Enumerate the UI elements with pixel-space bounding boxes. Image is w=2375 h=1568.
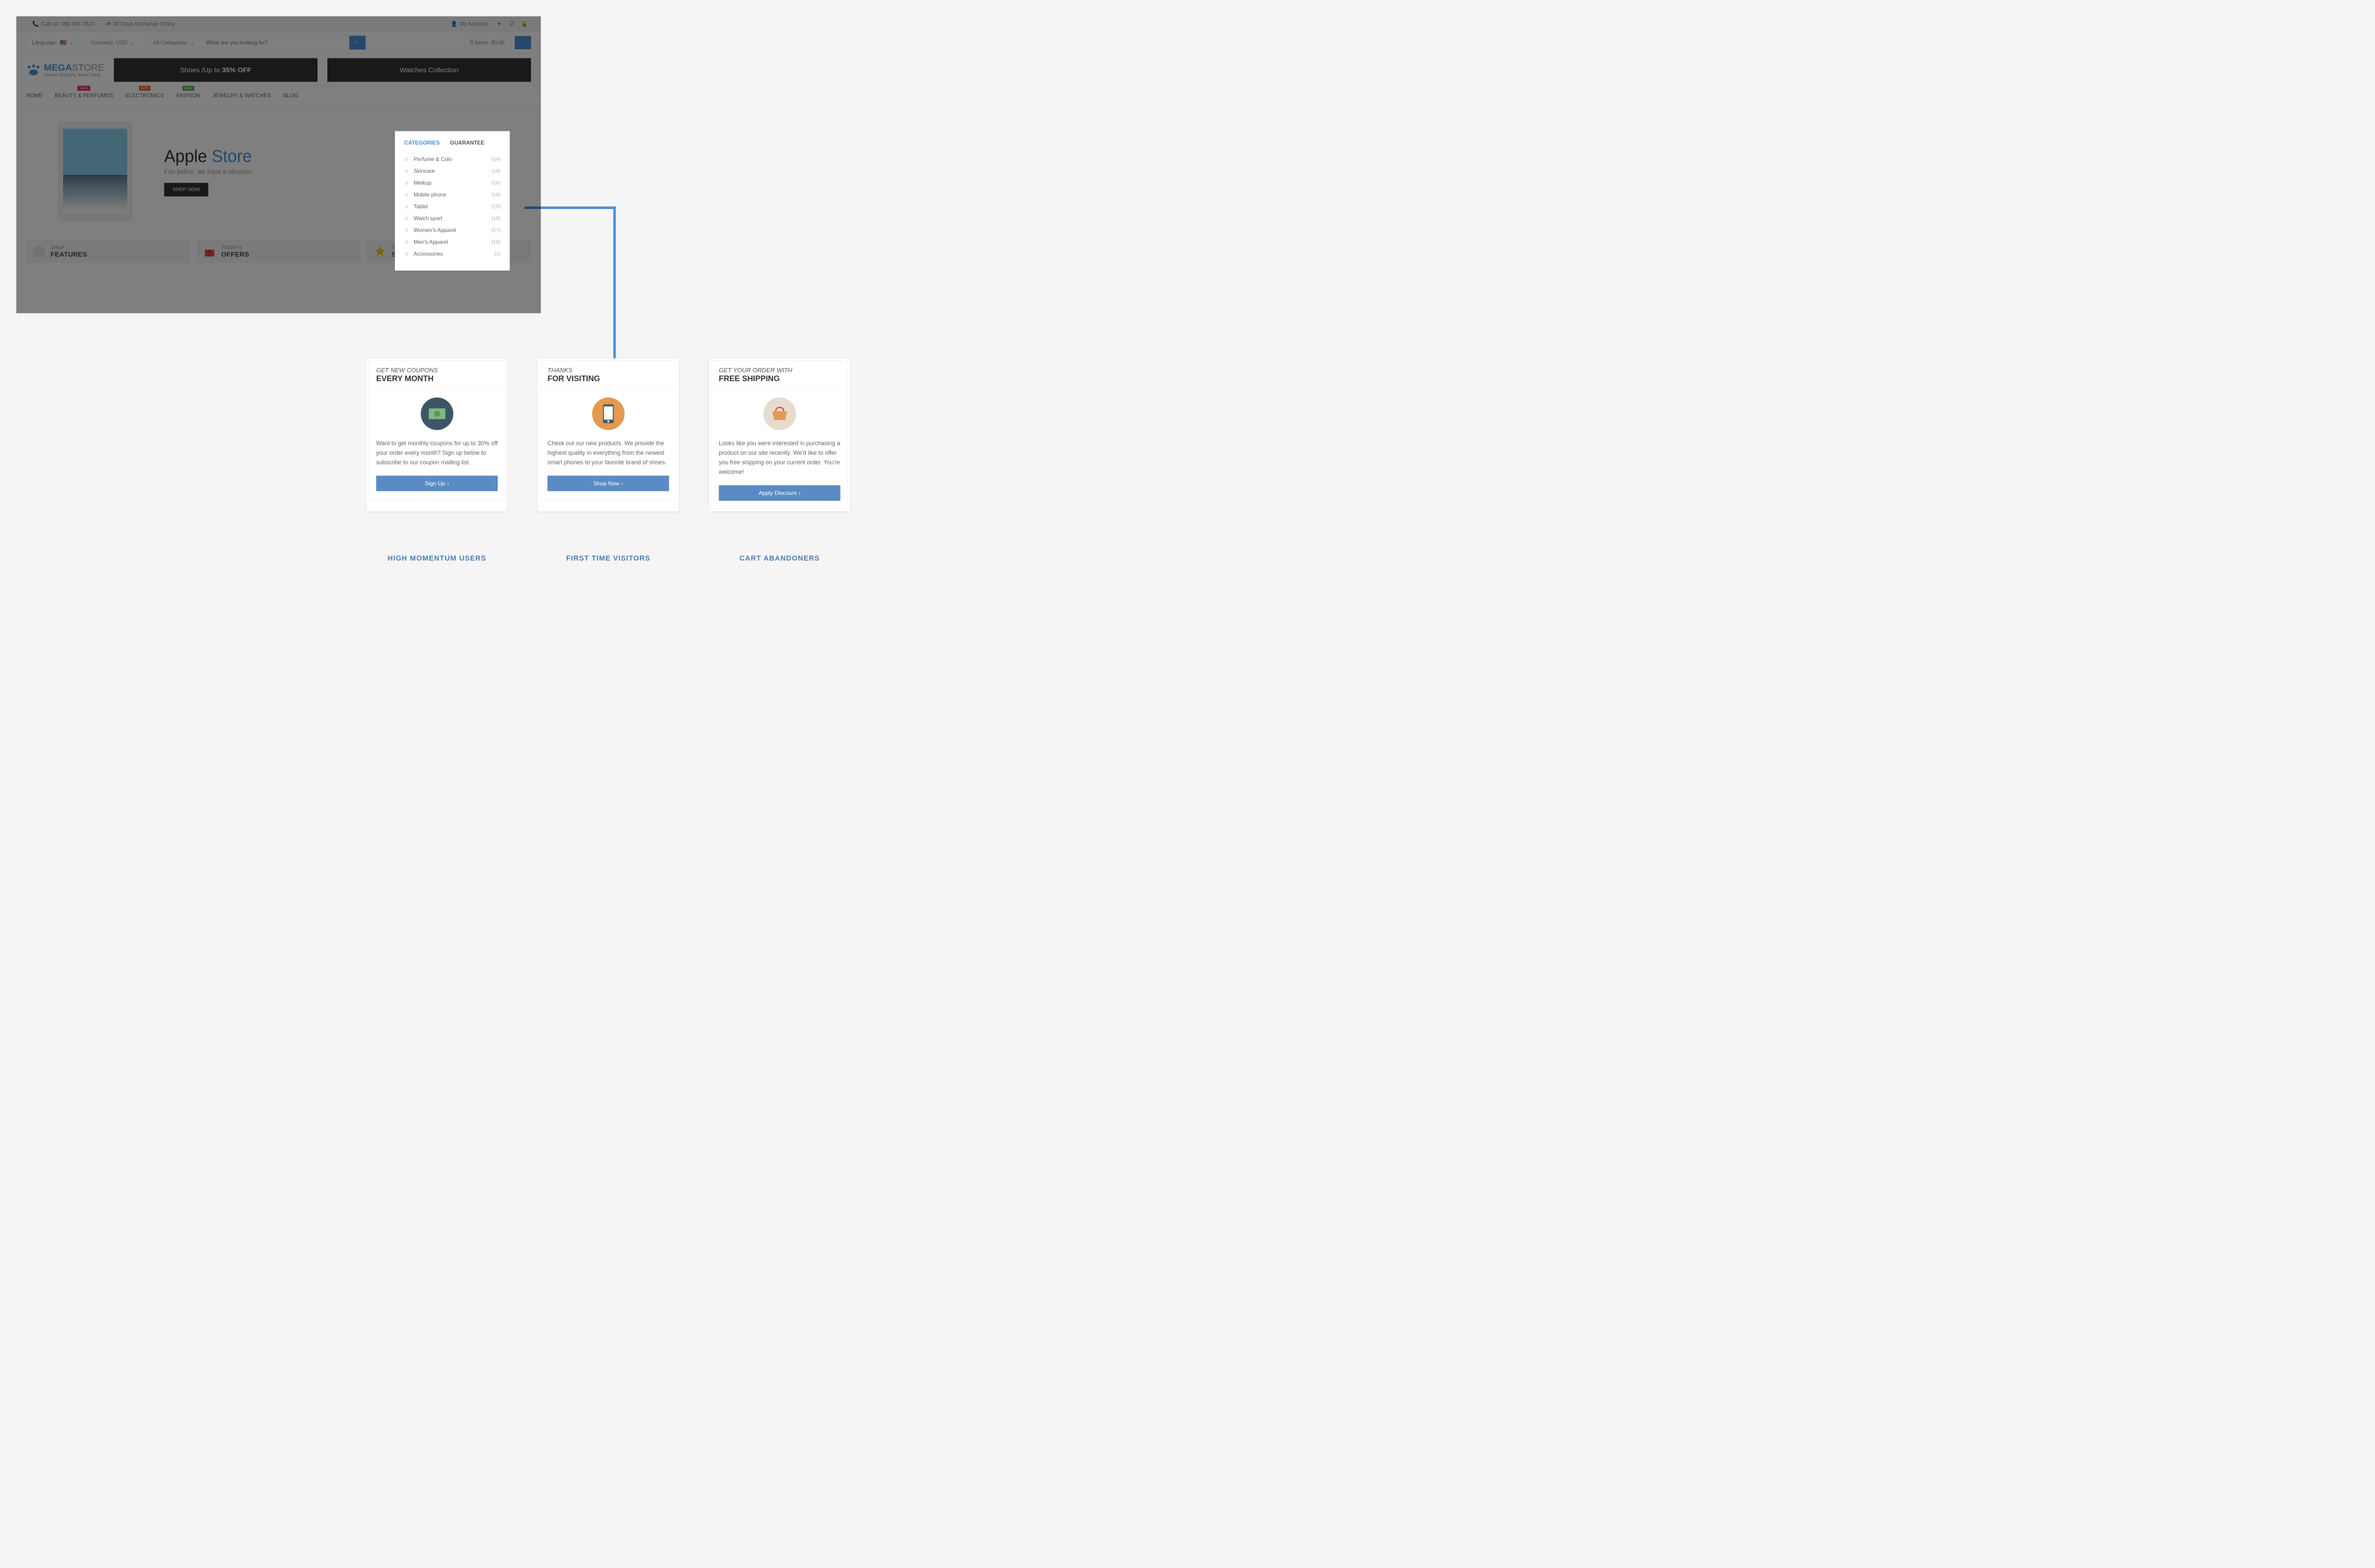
- card-icon: [421, 398, 454, 430]
- card-text: Want to get monthly coupons for up to 30…: [376, 439, 498, 467]
- card-text: Looks like you were interested in purcha…: [719, 439, 841, 477]
- label-cart-abandoners: CART ABANDONERS: [709, 555, 851, 563]
- category-count: (19): [492, 216, 500, 221]
- card-icon: [763, 398, 796, 430]
- callout-cards: GET NEW COUPONS EVERY MONTH Want to get …: [366, 358, 850, 511]
- card-text: Check out our new products. We provide t…: [548, 439, 669, 467]
- chevron-right-icon: ›: [621, 480, 623, 487]
- card-cta-button[interactable]: Sign Up ›: [376, 476, 498, 492]
- category-name: Men's Apparel: [413, 239, 448, 245]
- category-name: Tablet: [413, 203, 428, 210]
- category-row[interactable]: ☆Men's Apparel (19): [404, 236, 500, 248]
- tab-categories[interactable]: CATEGORIES: [404, 139, 440, 146]
- card-pretitle: THANKS: [548, 367, 669, 374]
- category-count: (1): [494, 251, 500, 257]
- callout-card: THANKS FOR VISITING Check out our new pr…: [538, 358, 679, 511]
- card-title: FOR VISITING: [548, 374, 669, 383]
- star-icon: ☆: [404, 180, 410, 186]
- category-name: Mobile phone: [413, 191, 446, 198]
- star-icon: ☆: [404, 204, 410, 210]
- category-count: (16): [492, 180, 500, 186]
- star-icon: ☆: [404, 227, 410, 233]
- callout-card: GET NEW COUPONS EVERY MONTH Want to get …: [366, 358, 507, 511]
- label-first-time: FIRST TIME VISITORS: [538, 555, 679, 563]
- star-icon: ☆: [404, 239, 410, 245]
- tab-guarantee[interactable]: GUARANTEE: [450, 139, 484, 146]
- category-row[interactable]: ☆Watch sport (19): [404, 212, 500, 224]
- category-name: Watch sport: [413, 215, 442, 221]
- category-row[interactable]: ☆Perfume & Colo (14): [404, 153, 500, 165]
- card-cta-button[interactable]: Apply Discount ›: [719, 485, 841, 501]
- category-name: Skincare: [413, 168, 435, 174]
- category-name: Metkup: [413, 179, 431, 186]
- card-title: EVERY MONTH: [376, 374, 498, 383]
- category-count: (15): [492, 204, 500, 210]
- category-row[interactable]: ☆Accessories (1): [404, 248, 500, 260]
- card-title: FREE SHIPPING: [719, 374, 841, 383]
- star-icon: ☆: [404, 251, 410, 257]
- ecommerce-screenshot: 📞 Call us: 090 456 7823 ⇄ 30 Days Exchan…: [16, 16, 541, 313]
- category-name: Perfume & Colo: [413, 156, 452, 162]
- star-icon: ☆: [404, 156, 410, 162]
- card-icon: [592, 398, 625, 430]
- categories-panel: CATEGORIES GUARANTEE ☆Perfume & Colo(14)…: [395, 131, 510, 271]
- category-row[interactable]: ☆Metkup (16): [404, 177, 500, 189]
- category-count: (17): [492, 227, 500, 233]
- label-high-momentum: HIGH MOMENTUM USERS: [366, 555, 507, 563]
- category-name: Accessories: [413, 250, 442, 257]
- category-name: Women's Apparel: [413, 227, 456, 233]
- card-pretitle: GET YOUR ORDER WITH: [719, 367, 841, 374]
- category-count: (14): [492, 156, 500, 162]
- callout-labels: HIGH MOMENTUM USERS FIRST TIME VISITORS …: [366, 555, 850, 563]
- card-cta-button[interactable]: Shop Now ›: [548, 476, 669, 492]
- chevron-right-icon: ›: [447, 480, 449, 487]
- card-pretitle: GET NEW COUPONS: [376, 367, 498, 374]
- category-row[interactable]: ☆Skincare (19): [404, 165, 500, 177]
- star-icon: ☆: [404, 216, 410, 221]
- category-count: (19): [492, 192, 500, 198]
- connector-line: [613, 206, 616, 358]
- chevron-right-icon: ›: [799, 490, 801, 496]
- star-icon: ☆: [404, 192, 410, 198]
- category-row[interactable]: ☆Women's Apparel (17): [404, 224, 500, 236]
- category-count: (19): [492, 239, 500, 245]
- star-icon: ☆: [404, 168, 410, 174]
- category-row[interactable]: ☆Tablet (15): [404, 200, 500, 212]
- category-count: (19): [492, 168, 500, 174]
- category-row[interactable]: ☆Mobile phone (19): [404, 189, 500, 200]
- callout-card: GET YOUR ORDER WITH FREE SHIPPING Looks …: [709, 358, 851, 511]
